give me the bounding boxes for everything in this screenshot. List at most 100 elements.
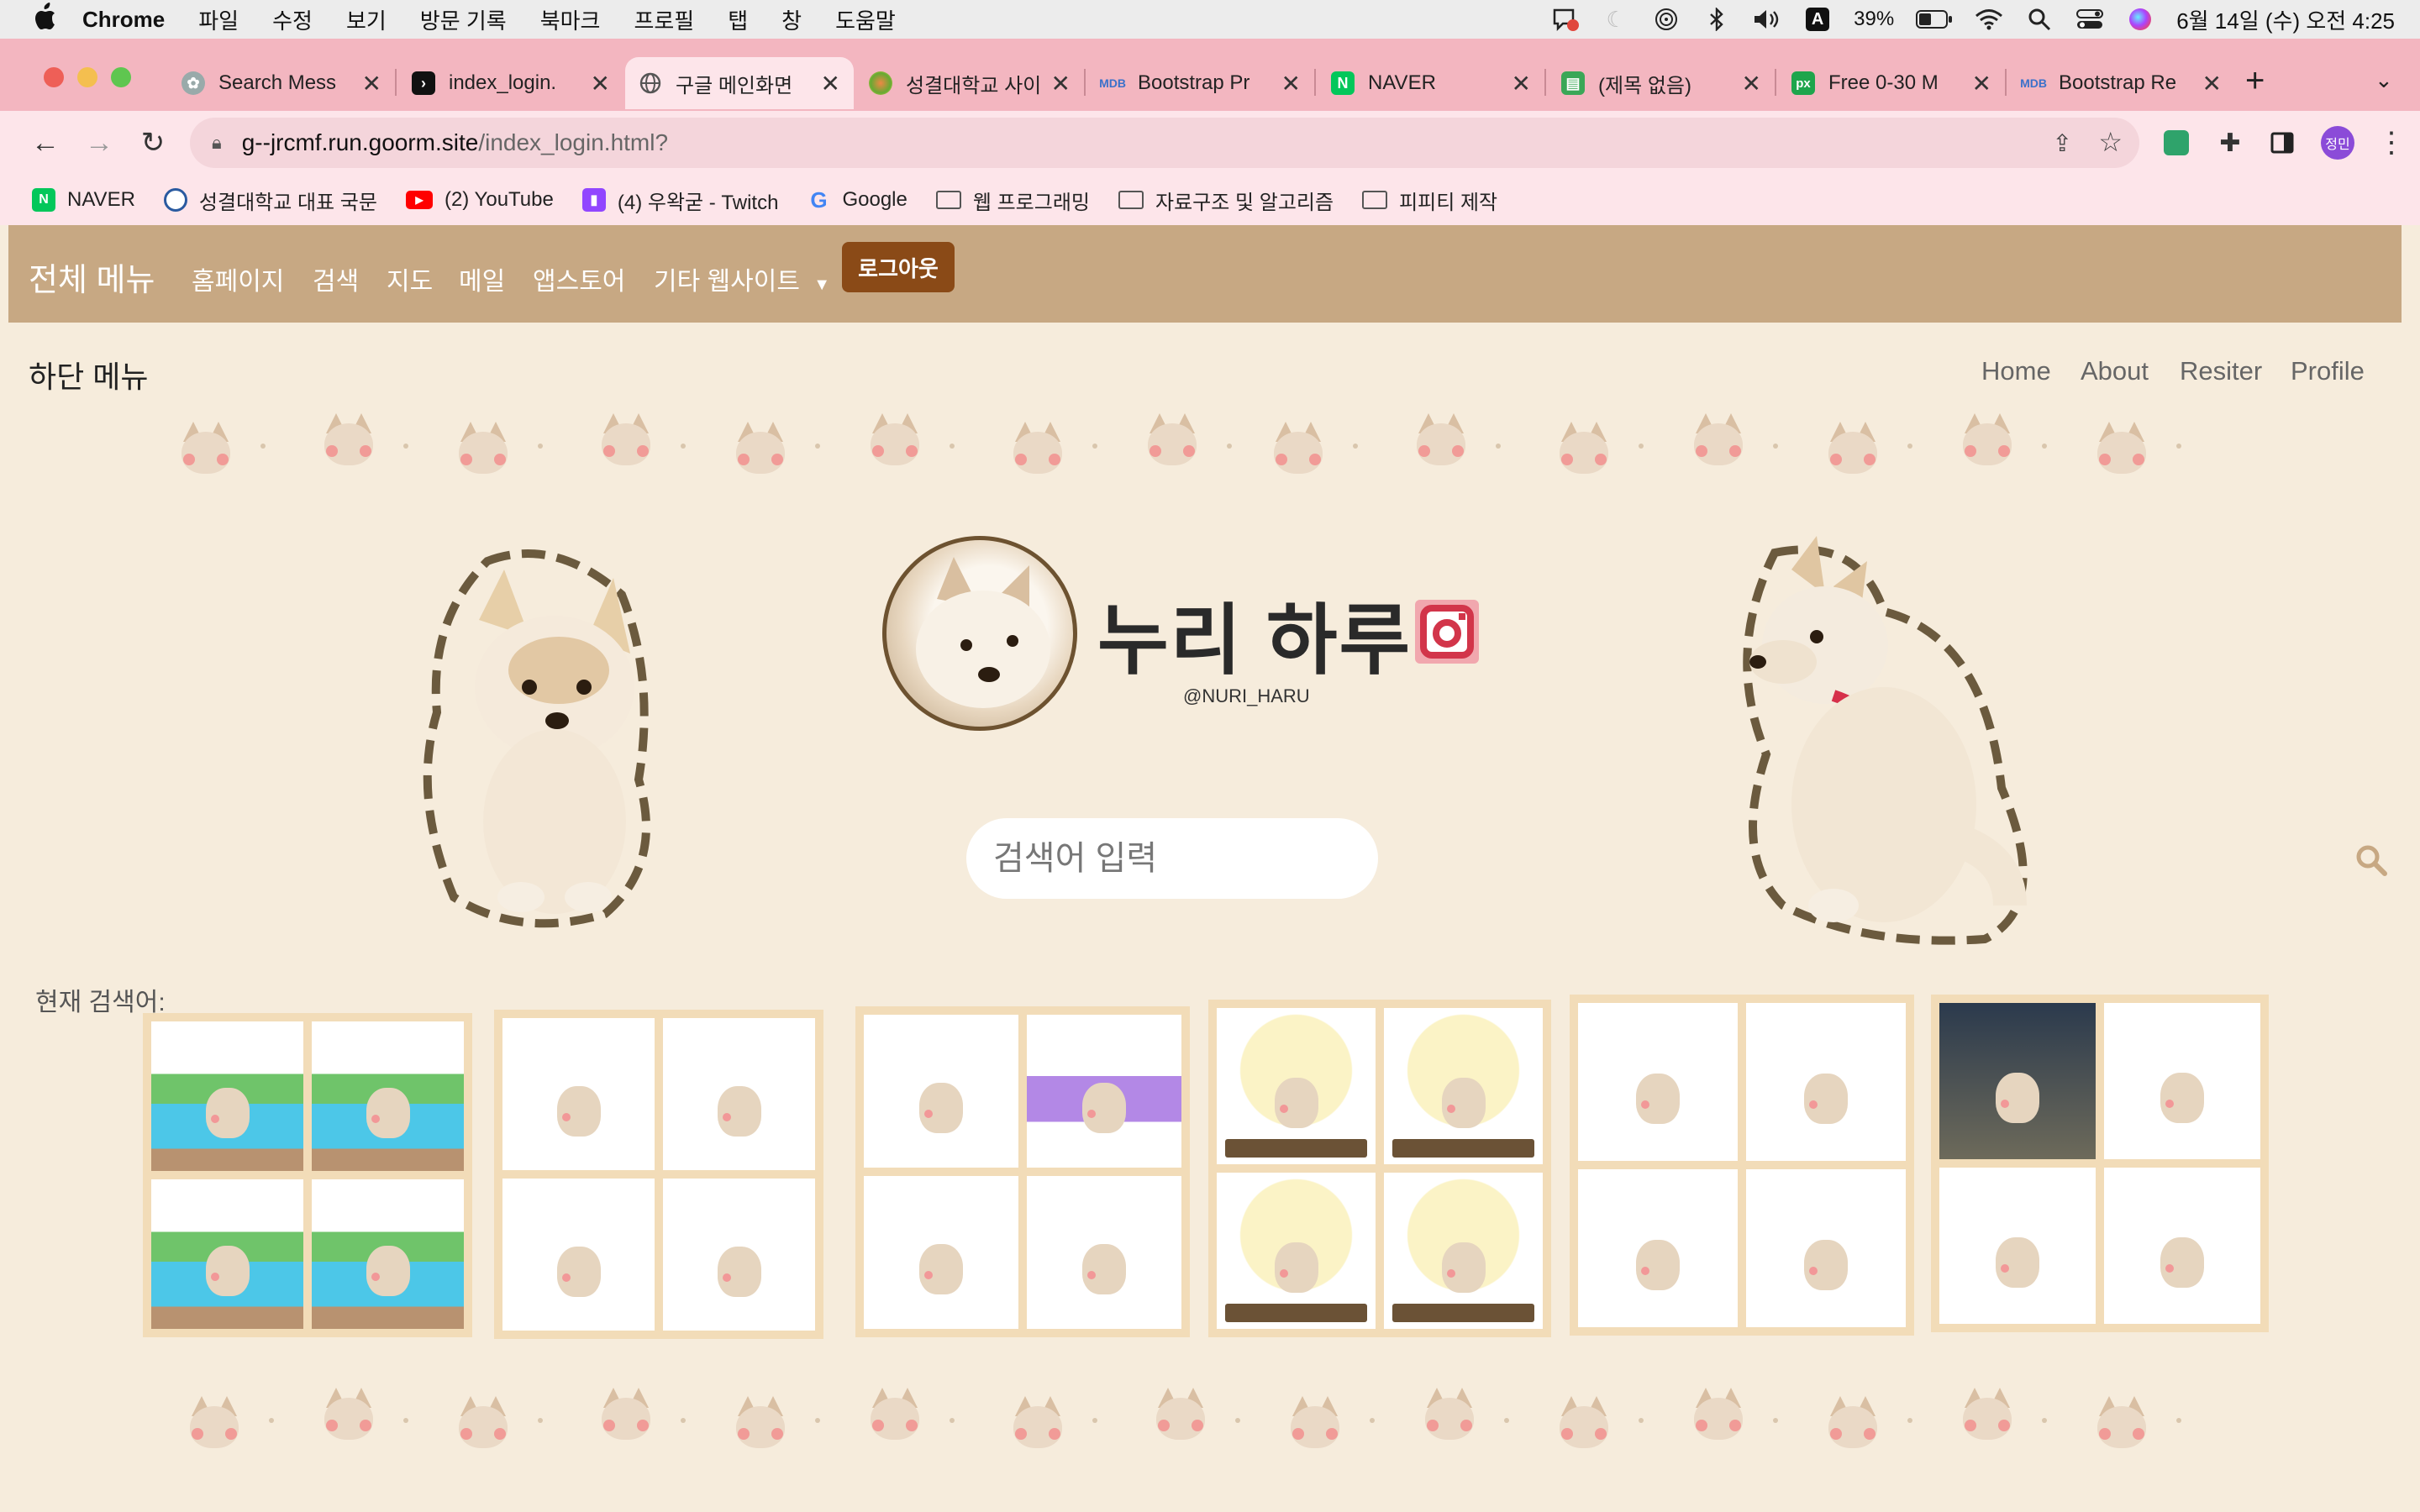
- search-icon[interactable]: [2354, 843, 2388, 877]
- instagram-handle[interactable]: @NURI_HARU: [1183, 685, 1310, 707]
- nav-mail[interactable]: 메일: [459, 260, 505, 297]
- volume-icon[interactable]: [1753, 8, 1781, 31]
- subnav-home[interactable]: Home: [1981, 356, 2051, 386]
- comic-thumbnail[interactable]: [1931, 995, 2269, 1332]
- airdrop-icon[interactable]: [1652, 8, 1681, 31]
- tab-close-icon[interactable]: ✕: [2202, 70, 2222, 97]
- menu-bookmarks[interactable]: 북마크: [540, 4, 601, 35]
- blush-mark: [722, 1112, 731, 1121]
- subnav-about[interactable]: About: [2081, 356, 2149, 386]
- tab-separator: [395, 69, 397, 96]
- nav-map[interactable]: 지도: [387, 260, 433, 297]
- subnav-resiter[interactable]: Resiter: [2180, 356, 2262, 386]
- control-center-icon[interactable]: [2075, 8, 2104, 31]
- tab-google-main[interactable]: 구글 메인화면 ✕: [625, 57, 854, 109]
- nav-search[interactable]: 검색: [313, 260, 359, 297]
- profile-avatar[interactable]: 정민: [2319, 124, 2356, 161]
- bluetooth-icon[interactable]: [1702, 8, 1731, 31]
- bookmark-star-icon[interactable]: ☆: [2098, 126, 2123, 158]
- battery-icon[interactable]: [1916, 8, 1953, 31]
- wifi-icon[interactable]: [1975, 8, 2003, 31]
- bookmark-folder-algo[interactable]: 자료구조 및 알고리즘: [1118, 186, 1334, 215]
- window-minimize-button[interactable]: [77, 67, 97, 87]
- forward-arrow-icon[interactable]: →: [81, 124, 118, 161]
- menu-view[interactable]: 보기: [346, 4, 387, 35]
- comic-thumbnail[interactable]: [143, 1013, 472, 1337]
- tab-untitled[interactable]: ▤ (제목 없음) ✕: [1548, 57, 1775, 109]
- side-panel-icon[interactable]: [2264, 124, 2301, 161]
- notification-icon[interactable]: [1551, 8, 1580, 32]
- bear-character: [1636, 1240, 1680, 1290]
- menu-app-name[interactable]: Chrome: [82, 7, 165, 33]
- reload-icon[interactable]: ↻: [134, 124, 171, 161]
- bookmark-naver[interactable]: N NAVER: [32, 188, 135, 212]
- lock-icon[interactable]: 🔒︎: [212, 132, 222, 154]
- extensions-puzzle-icon[interactable]: ✚: [2212, 124, 2249, 161]
- comic-thumbnail[interactable]: [494, 1010, 823, 1339]
- nav-homepage[interactable]: 홈페이지: [192, 260, 284, 297]
- tab-search-chevron-icon[interactable]: ⌄: [2375, 67, 2393, 93]
- bookmarks-bar: N NAVER 성결대학교 대표 국문 ▶ (2) YouTube ▮ (4) …: [0, 175, 2420, 225]
- moon-icon[interactable]: ☾: [1602, 7, 1630, 32]
- new-tab-plus-icon[interactable]: +: [2245, 62, 2265, 100]
- bookmark-folder-ppt[interactable]: 피피티 제작: [1362, 186, 1497, 215]
- window-zoom-button[interactable]: [111, 67, 131, 87]
- address-bar[interactable]: 🔒︎ g--jrcmf.run.goorm.site/index_login.h…: [190, 118, 2139, 168]
- menubar-clock[interactable]: 6월 14일 (수) 오전 4:25: [2176, 4, 2395, 35]
- comic-thumbnail[interactable]: [1208, 1000, 1551, 1337]
- tab-close-icon[interactable]: ✕: [591, 70, 610, 97]
- tab-search-messages[interactable]: ✿ Search Mess ✕: [168, 57, 395, 109]
- comic-thumbnail[interactable]: [855, 1006, 1190, 1337]
- extension-print-icon[interactable]: [2158, 124, 2195, 161]
- bookmark-folder-web[interactable]: 웹 프로그래밍: [935, 186, 1090, 215]
- siri-icon[interactable]: [2126, 8, 2154, 31]
- bookmark-twitch[interactable]: ▮ (4) 우왁굳 - Twitch: [581, 186, 778, 215]
- tab-free-px[interactable]: px Free 0-30 M ✕: [1778, 57, 2005, 109]
- bookmark-youtube[interactable]: ▶ (2) YouTube: [405, 188, 554, 212]
- tab-bootstrap-pr[interactable]: MDB Bootstrap Pr ✕: [1087, 57, 1314, 109]
- tab-close-icon[interactable]: ✕: [1742, 70, 1761, 97]
- tab-close-icon[interactable]: ✕: [1512, 70, 1531, 97]
- share-icon[interactable]: ⇪: [2053, 129, 2072, 157]
- pattern-dot: [1092, 444, 1097, 449]
- subnav-profile[interactable]: Profile: [2291, 356, 2365, 386]
- bookmark-sungkyul[interactable]: 성결대학교 대표 국문: [163, 186, 377, 215]
- comic-panel: [151, 1179, 303, 1329]
- back-arrow-icon[interactable]: ←: [27, 124, 64, 161]
- instagram-icon[interactable]: [1412, 596, 1482, 667]
- comic-panel: [1746, 1169, 1906, 1327]
- tab-close-icon[interactable]: ✕: [1972, 70, 1991, 97]
- menu-profile[interactable]: 프로필: [634, 4, 694, 35]
- profile-initials: 정민: [2321, 126, 2354, 160]
- tab-bootstrap-re[interactable]: MDB Bootstrap Re ✕: [2008, 57, 2235, 109]
- tab-sungkyul[interactable]: 성결대학교 사이 ✕: [855, 57, 1084, 109]
- tab-index-login[interactable]: › index_login. ✕: [398, 57, 623, 109]
- tab-close-icon[interactable]: ✕: [1051, 70, 1071, 97]
- navbar-brand[interactable]: 전체 메뉴: [29, 254, 155, 300]
- battery-percent[interactable]: 39%: [1854, 8, 1894, 31]
- window-close-button[interactable]: [44, 67, 64, 87]
- menu-history[interactable]: 방문 기록: [420, 4, 507, 35]
- input-source-icon[interactable]: A: [1803, 8, 1832, 31]
- menu-help[interactable]: 도움말: [835, 4, 896, 35]
- menu-window[interactable]: 창: [781, 4, 802, 35]
- more-menu-icon[interactable]: ⋮: [2373, 124, 2410, 161]
- menu-tab[interactable]: 탭: [728, 4, 748, 35]
- tab-naver[interactable]: N NAVER ✕: [1318, 57, 1544, 109]
- tab-close-icon[interactable]: ✕: [362, 70, 381, 97]
- nav-other-sites-dropdown[interactable]: 기타 웹사이트 ▼: [654, 260, 830, 297]
- spotlight-search-icon[interactable]: [2025, 8, 2054, 31]
- comic-thumbnail[interactable]: [1570, 995, 1914, 1336]
- apple-menu-icon[interactable]: [32, 2, 62, 37]
- nav-appstore[interactable]: 앱스토어: [533, 260, 625, 297]
- menu-edit[interactable]: 수정: [272, 4, 313, 35]
- menu-file[interactable]: 파일: [198, 4, 239, 35]
- sub-menu-title[interactable]: 하단 메뉴: [29, 353, 148, 396]
- tab-close-icon[interactable]: ✕: [1281, 70, 1301, 97]
- pattern-dot: [1639, 444, 1644, 449]
- search-input[interactable]: [966, 818, 1378, 899]
- bookmark-label: NAVER: [67, 188, 135, 211]
- tab-close-icon[interactable]: ✕: [821, 70, 840, 97]
- bookmark-google[interactable]: G Google: [807, 187, 908, 213]
- logout-button[interactable]: 로그아웃: [842, 242, 955, 292]
